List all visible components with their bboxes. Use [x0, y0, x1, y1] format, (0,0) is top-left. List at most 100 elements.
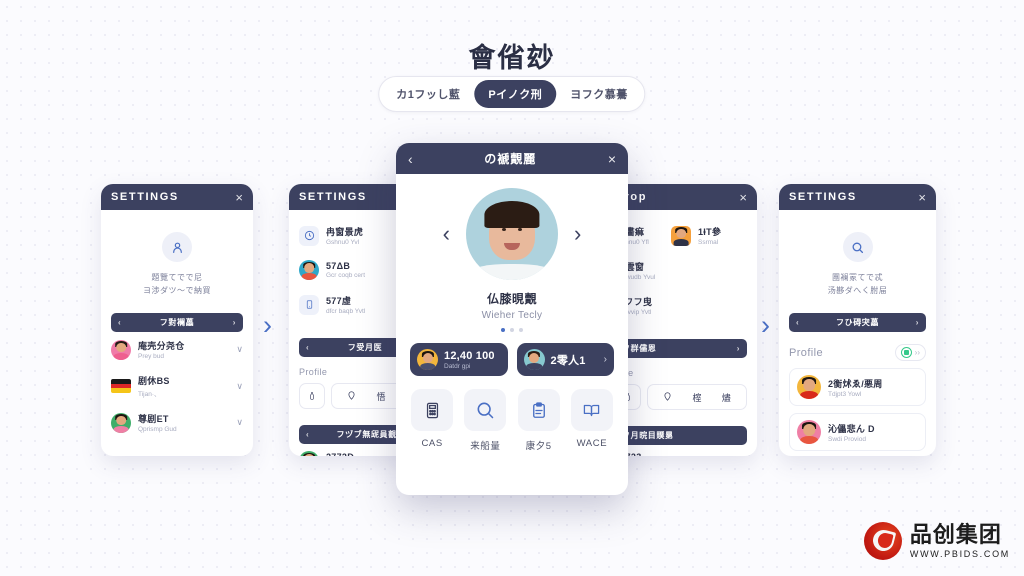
profile-modal[interactable]: ‹ の褫覿麗 × ‹ › 仏膝晛覿 Wieher Tecly 12,40 100… [396, 143, 628, 495]
tile-label: WACE [576, 438, 608, 449]
carousel-dots[interactable] [410, 328, 614, 332]
chevron-down-icon[interactable]: ∨ [236, 417, 243, 428]
stat-card-1[interactable]: 2零人1 › [516, 343, 614, 376]
card3-nav-bar[interactable]: フ群儘恩 › [615, 339, 747, 358]
card-settings-1[interactable]: SETTINGS × 題覽てでで尼 ヨ渉ダツ〜で納買 ‹ フ對襕藟 › 庵壳分尧… [101, 184, 253, 456]
card5-hero-text: 團襕冡てで忒 汤夦ダへく胕屇 [789, 271, 926, 297]
modal-header: ‹ の褫覿麗 × [396, 143, 628, 174]
avatar [299, 260, 319, 280]
list-item-title: 剧休BS [138, 376, 170, 386]
avatar [417, 349, 438, 370]
clipboard-icon [517, 389, 560, 431]
tab-2[interactable]: ヨフク慕驀 [556, 80, 642, 108]
list-item[interactable]: 庵壳分尧仓 Prey bud ∨ [111, 332, 243, 367]
watermark-cn: 品创集团 [909, 521, 1002, 547]
tile-search[interactable]: 来船量 [463, 389, 507, 452]
profile-name: 仏膝晛覿 [486, 292, 537, 306]
card2-nav-label: フ受月医 [347, 343, 383, 352]
close-icon[interactable]: × [918, 191, 926, 204]
carousel-dot[interactable] [510, 328, 514, 332]
tile-wace[interactable]: WACE [570, 389, 614, 452]
list-item-subtitle: Lsarvvip Yvtl [615, 309, 652, 316]
chevron-left-icon[interactable]: ‹ [306, 343, 309, 352]
watermark-en: WWW.PBIDS.COM [909, 548, 1010, 559]
flag-germany-icon [111, 379, 131, 393]
tile-label: CAS [421, 438, 443, 449]
card5-hero-line2: 汤夦ダへく胕屇 [827, 286, 888, 295]
chevron-left-icon[interactable]: ‹ [306, 430, 309, 439]
card5-nav-bar[interactable]: ‹ フひ碍宊藟 › [789, 313, 926, 332]
card5-section-label: Profile [789, 346, 823, 359]
card5-title: SETTINGS [789, 191, 857, 203]
search-icon [842, 232, 873, 262]
list-item-subtitle: Tdjpt3 Yowl [828, 390, 862, 398]
list-item-subtitle: Fuvwudb Yvul [615, 274, 656, 281]
card1-hero-text: 題覽てでで尼 ヨ渉ダツ〜で納買 [111, 271, 243, 297]
chevron-down-icon[interactable]: ∨ [236, 344, 243, 355]
stat-card-0[interactable]: 12,40 100 Datdr gpi [410, 343, 508, 376]
close-icon[interactable]: × [235, 191, 243, 204]
carousel-dot[interactable] [519, 328, 523, 332]
stat-row: 12,40 100 Datdr gpi 2零人1 › [410, 343, 614, 376]
card5-profile-header: Profile ›› [789, 344, 926, 361]
list-item[interactable]: 剧休BS Tijan·、 ∨ [111, 367, 243, 405]
pill-text-2: 燼 [721, 392, 731, 403]
list-item[interactable]: クフフ曳 Lsarvvip Yvtl [615, 288, 747, 323]
chevron-right-icon[interactable]: › [233, 318, 236, 327]
pill-text-1: 悟 [376, 391, 386, 402]
search-icon [464, 389, 507, 431]
next-arrow-icon[interactable]: › [574, 223, 581, 245]
avatar [299, 451, 319, 456]
list-item[interactable]: 97畵痲 Gsthnu0 Yfl 1ƗT參 Ssrmal [615, 218, 747, 253]
segmented-control[interactable]: カ1フッし藍 Pイノク刑 ヨフク慕驀 [378, 76, 646, 112]
card1-header: SETTINGS × [101, 184, 253, 210]
list-item-subtitle: Prey bud [138, 353, 165, 360]
chevron-left-icon[interactable]: ‹ [118, 318, 121, 327]
stat-value: 2零人1 [550, 354, 586, 367]
green-dot-icon [900, 347, 912, 358]
list-item[interactable]: 21723 Jdigt Smal [615, 445, 747, 456]
location-pill[interactable]: 榁 燼 [647, 384, 747, 410]
chevron-right-icon[interactable]: › [737, 344, 740, 353]
close-icon[interactable]: × [739, 191, 747, 204]
card1-body: 題覽てでで尼 ヨ渉ダツ〜で納買 ‹ フ對襕藟 › 庵壳分尧仓 Prey bud … [101, 210, 253, 448]
card3-nav-bar-2[interactable]: フ月晥目贌晜 [615, 426, 747, 445]
list-item-title: 21723 [615, 452, 747, 456]
chevron-right-icon[interactable]: › [916, 318, 919, 327]
card-settings-5[interactable]: SETTINGS × 團襕冡てで忒 汤夦ダへく胕屇 ‹ フひ碍宊藟 › Prof… [779, 184, 936, 456]
list-item[interactable]: 77雲窗 Fuvwudb Yvul [615, 253, 747, 288]
card1-nav-bar[interactable]: ‹ フ對襕藟 › [111, 313, 243, 332]
list-item-subtitle: Qprismp Gud [138, 426, 177, 433]
chevron-left-icon[interactable]: ‹ [796, 318, 799, 327]
card3-nav-label-2: フ月晥目贌晜 [622, 431, 674, 440]
status-badge[interactable]: ›› [894, 344, 926, 361]
avatar-carousel: ‹ › [410, 188, 614, 280]
list-item-right-subtitle: Ssrmal [698, 239, 719, 246]
list-item-right-title: 1ƗT參 [698, 227, 722, 237]
carousel-dot[interactable] [501, 328, 505, 332]
tile-label: 康夕5 [525, 441, 552, 452]
list-item[interactable]: 2衡炢ゑ/悪周 Tdjpt3 Yowl [789, 368, 926, 406]
card3-pill-row: 榁 燼 [615, 384, 747, 410]
tile-clipboard[interactable]: 康夕5 [517, 389, 561, 452]
clock-icon [299, 225, 319, 246]
avatar [797, 375, 821, 399]
avatar [111, 339, 131, 360]
tab-1[interactable]: Pイノク刑 [474, 80, 557, 108]
list-item[interactable]: 尊剧ET Qprismp Gud ∨ [111, 405, 243, 440]
page-title: 會偗玅 [468, 43, 556, 73]
card5-body: 團襕冡てで忒 汤夦ダへく胕屇 ‹ フひ碍宊藟 › Profile ›› 2衡炢ゑ… [779, 210, 936, 456]
bottle-icon[interactable] [299, 383, 325, 409]
pin-icon [663, 391, 672, 404]
close-icon[interactable]: × [608, 151, 616, 167]
pill-text-1: 榁 [692, 392, 702, 403]
prev-arrow-icon[interactable]: ‹ [443, 223, 450, 245]
tile-cas[interactable]: CAS [410, 389, 454, 452]
back-icon[interactable]: ‹ [408, 151, 413, 167]
chevron-right-icon[interactable]: › [604, 354, 607, 365]
list-item[interactable]: 沁儡悲ん D Swdi Proviod [789, 413, 926, 451]
chevron-down-icon[interactable]: ∨ [236, 381, 243, 392]
list-item-title: 77雲窗 [615, 262, 645, 272]
tab-0[interactable]: カ1フッし藍 [382, 80, 474, 108]
book-icon [570, 389, 613, 431]
